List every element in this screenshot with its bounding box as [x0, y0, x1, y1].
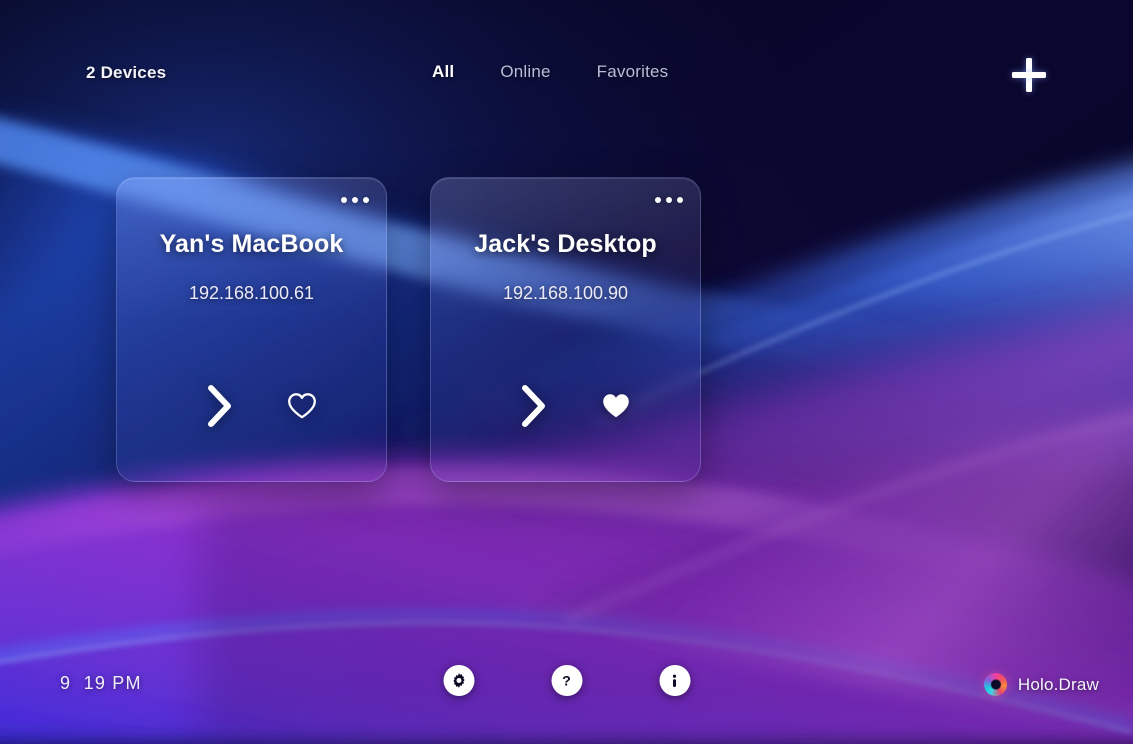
card-actions: [431, 383, 700, 429]
chevron-right-icon: [207, 385, 231, 427]
more-options-icon: [352, 197, 358, 203]
filter-tabs: All Online Favorites: [432, 62, 668, 82]
heart-filled-icon: [602, 394, 629, 418]
more-options-icon: [666, 197, 672, 203]
help-button[interactable]: ?: [551, 665, 582, 696]
chevron-right-icon: [521, 385, 545, 427]
info-button[interactable]: [659, 665, 690, 696]
more-options-icon: [677, 197, 683, 203]
svg-text:?: ?: [562, 673, 571, 689]
question-mark-icon: ?: [562, 673, 571, 689]
holo-swirl-logo-icon: [983, 673, 1007, 696]
tab-online[interactable]: Online: [500, 62, 550, 82]
device-count-label: 2 Devices: [86, 63, 167, 82]
settings-button[interactable]: [443, 665, 474, 696]
clock-label: 9 19 PM: [60, 673, 142, 693]
more-options-icon: [341, 197, 347, 203]
tab-all[interactable]: All: [432, 62, 454, 82]
device-manager-screen: 2 Devices All Online Favorites Yan's Mac…: [0, 0, 1133, 744]
favorite-button[interactable]: [601, 392, 631, 420]
info-icon: [672, 674, 677, 687]
device-card[interactable]: Jack's Desktop 192.168.100.90: [430, 177, 701, 482]
connect-button[interactable]: [205, 383, 235, 429]
device-ip-address: 192.168.100.90: [502, 283, 629, 303]
brand-name-label: Holo.Draw: [1017, 674, 1099, 694]
heart-outline-icon: [287, 393, 316, 419]
brand-logo[interactable]: Holo.Draw: [983, 673, 1099, 696]
bottom-bar: 9 19 PM ? Holo.Draw: [0, 634, 1133, 744]
more-options-icon: [363, 197, 369, 203]
card-menu-button[interactable]: [655, 197, 683, 203]
add-device-button[interactable]: [1010, 56, 1048, 94]
bottom-icon-group: ?: [443, 665, 690, 696]
favorite-button[interactable]: [287, 392, 317, 420]
connect-button[interactable]: [519, 383, 549, 429]
device-name: Jack's Desktop: [474, 230, 657, 258]
card-actions: [117, 383, 386, 429]
tab-favorites[interactable]: Favorites: [597, 62, 669, 82]
device-name: Yan's MacBook: [159, 230, 344, 258]
device-card-list: Yan's MacBook 192.168.100.61 Jack's Desk…: [116, 177, 701, 482]
more-options-icon: [655, 197, 661, 203]
device-ip-address: 192.168.100.61: [188, 283, 315, 303]
device-card[interactable]: Yan's MacBook 192.168.100.61: [116, 177, 387, 482]
card-menu-button[interactable]: [341, 197, 369, 203]
gear-icon: [452, 673, 465, 688]
